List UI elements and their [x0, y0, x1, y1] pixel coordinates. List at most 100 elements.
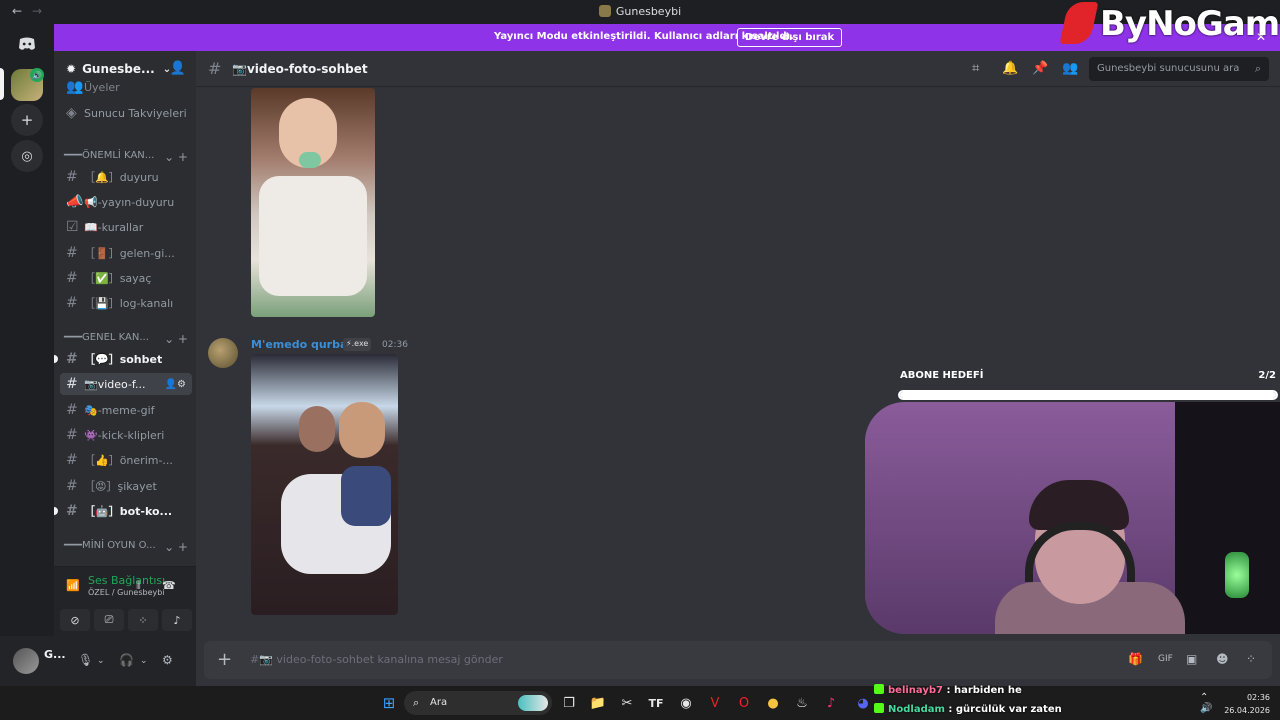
window-title-text: Gunesbeybi — [615, 5, 682, 18]
voice-status[interactable]: Ses Bağlantısı K — [88, 574, 168, 587]
channel-log-kanali[interactable]: # ［💾］log-kanalı — [60, 292, 192, 314]
channel-video-foto-sohbet[interactable]: # 📷video-f... 👤⚙ — [60, 373, 192, 395]
notification-bell-icon[interactable]: 🔔 — [1002, 61, 1018, 76]
gif-icon[interactable]: GIF — [1158, 654, 1173, 664]
channel-sikayet[interactable]: # ［😡］şikayet — [60, 475, 192, 497]
valorant-icon[interactable]: V — [707, 695, 723, 711]
category-label: ━━━GENEL KAN... — [64, 332, 149, 343]
chat-text: : harbiden he — [943, 685, 1022, 696]
channel-kurallar[interactable]: ☑ 📖-kurallar — [60, 216, 192, 238]
add-channel-icon[interactable]: ⌄ + — [164, 332, 188, 346]
channel-onerim[interactable]: # ［👍］önerim-... — [60, 449, 192, 471]
hash-icon: # — [66, 376, 78, 392]
message-input[interactable]: #📷 video-foto-sohbet kanalına mesaj gönd… — [250, 653, 503, 666]
noise-suppression-icon[interactable]: ⦀ — [136, 579, 141, 593]
members-label: Üyeler — [84, 80, 120, 94]
threads-icon[interactable]: ⌗ — [972, 61, 979, 76]
add-server-icon[interactable]: + — [11, 104, 43, 136]
image-attachment-photo[interactable] — [251, 354, 398, 615]
opera-icon[interactable]: O — [736, 695, 752, 711]
channel-gelen-giden[interactable]: # ［🚪］gelen-gi... — [60, 242, 192, 264]
disconnect-icon[interactable]: ☎ — [162, 579, 176, 592]
channel-sohbet[interactable]: # ［💬］sohbet — [60, 348, 192, 370]
hash-icon: # — [66, 427, 78, 443]
obs-icon[interactable]: ◉ — [678, 695, 694, 711]
channel-duyuru[interactable]: # ［🔔］duyuru — [60, 166, 192, 188]
emoji-icon[interactable]: ☻ — [1216, 652, 1229, 666]
message-author-avatar[interactable] — [208, 338, 238, 368]
category-label: ━━━ÖNEMLİ KAN... — [64, 150, 155, 161]
boost-icon: ◈ — [66, 105, 77, 121]
channel-title: 📷video-foto-sohbet — [232, 62, 368, 76]
system-clock[interactable]: 02:36 26.04.2026 — [1224, 691, 1270, 717]
message-composer[interactable]: + #📷 video-foto-sohbet kanalına mesaj gö… — [204, 641, 1272, 679]
discord-taskbar-icon[interactable]: ◕ — [855, 695, 871, 711]
settings-gear-icon[interactable]: ⚙ — [162, 653, 173, 667]
gift-icon[interactable]: 🎁 — [1128, 652, 1143, 666]
sticker-icon[interactable]: ▣ — [1186, 652, 1197, 666]
camera-off-icon[interactable]: ⊘ — [60, 609, 90, 631]
photo-detail — [339, 402, 385, 458]
capcut-icon[interactable]: ✂ — [619, 695, 635, 711]
activities-icon[interactable]: ⁘ — [128, 609, 158, 631]
chevron-down-icon[interactable]: ⌄ — [97, 656, 105, 666]
tf-app-icon[interactable]: TF — [648, 695, 664, 711]
chevron-down-icon[interactable]: ⌄ — [140, 656, 148, 666]
category-general[interactable]: ━━━GENEL KAN... ⌄ + — [64, 332, 192, 346]
image-attachment-baby[interactable] — [251, 88, 375, 317]
channel-bot-komut[interactable]: # ［🤖］bot-ko... — [60, 500, 192, 522]
taskbar-search[interactable]: ⌕ Ara — [404, 691, 552, 715]
hash-icon: # — [66, 503, 78, 519]
channel-kick-klipleri[interactable]: # 👾-kick-klipleri — [60, 424, 192, 446]
tiktok-icon[interactable]: ♪ — [823, 695, 839, 711]
add-channel-icon[interactable]: ⌄ + — [164, 540, 188, 554]
channel-label: ［😡］şikayet — [84, 480, 157, 493]
members-item[interactable]: 👥 Üyeler — [60, 80, 192, 94]
avatar[interactable] — [13, 648, 39, 674]
guild-tag-badge[interactable]: ⚡.exe — [343, 338, 372, 351]
task-view-icon[interactable]: ❐ — [561, 695, 577, 711]
pin-icon[interactable]: 📌 — [1032, 61, 1048, 76]
category-mini-games[interactable]: ━━━MİNİ OYUN O... ⌄ + — [64, 540, 192, 554]
microphone-icon[interactable]: 🎙 — [78, 653, 93, 667]
message-timestamp: 02:36 — [382, 340, 408, 350]
message-author[interactable]: M'emedo qurbaN — [251, 338, 357, 351]
disable-streamer-mode-button[interactable]: Devre dışı bırak — [737, 28, 843, 47]
channel-settings-icon[interactable]: 👤⚙ — [165, 379, 186, 390]
add-channel-icon[interactable]: ⌄ + — [164, 150, 188, 164]
windows-taskbar: ⊞ ⌕ Ara ❐ 📁 ✂ TF ◉ V O ● ♨ ♪ ◕ ⌃ 🔊 02:36… — [0, 686, 1280, 720]
stream-chat-message: belinayb7 : harbiden he — [874, 684, 1022, 696]
invite-people-icon[interactable]: 👤 — [170, 61, 186, 76]
apps-icon[interactable]: ⁘ — [1246, 652, 1256, 666]
voice-connection-panel: 📶 Ses Bağlantısı K ÖZEL / Gunesbeybi ⦀ ☎… — [54, 566, 196, 636]
explore-compass-icon[interactable]: ◎ — [11, 140, 43, 172]
search-input[interactable]: Gunesbeybi sunucusunu ara ⌕ — [1089, 57, 1269, 81]
server-boosts-item[interactable]: ◈ Sunucu Takviyeleri — [60, 102, 192, 124]
steam-icon[interactable]: ♨ — [794, 695, 810, 711]
channel-label: ［💾］log-kanalı — [84, 297, 174, 310]
channel-sayac[interactable]: # ［✅］sayaç — [60, 267, 192, 289]
clock-time: 02:36 — [1246, 693, 1270, 702]
search-icon: ⌕ — [413, 696, 420, 709]
category-label: ━━━MİNİ OYUN O... — [64, 540, 156, 551]
voice-location[interactable]: ÖZEL / Gunesbeybi — [88, 588, 165, 597]
channel-yayin-duyuru[interactable]: 📣 📢-yayın-duyuru — [60, 191, 192, 213]
webcam-overlay — [865, 402, 1280, 634]
username[interactable]: G... — [44, 648, 66, 661]
photo-detail — [341, 466, 391, 526]
webcam-detail — [1225, 552, 1249, 598]
windows-start-icon[interactable]: ⊞ — [381, 694, 397, 712]
add-attachment-icon[interactable]: + — [217, 649, 232, 670]
category-important[interactable]: ━━━ÖNEMLİ KAN... ⌄ + — [64, 150, 192, 164]
soundboard-icon[interactable]: ♪ — [162, 609, 192, 631]
tray-icons[interactable]: ⌃ 🔊 — [1200, 692, 1216, 714]
discord-home-icon[interactable] — [11, 28, 43, 60]
headphones-icon[interactable]: 🎧 — [119, 653, 134, 667]
channel-meme-gif[interactable]: # 🎭-meme-gif — [60, 399, 192, 421]
member-list-icon[interactable]: 👥 — [1062, 61, 1078, 76]
coin-app-icon[interactable]: ● — [765, 695, 781, 711]
bynogame-logo: ByNoGame — [1059, 0, 1280, 48]
channel-label: ［✅］sayaç — [84, 272, 152, 285]
screen-share-icon[interactable]: ⎚ — [94, 609, 124, 631]
file-explorer-icon[interactable]: 📁 — [590, 695, 606, 711]
